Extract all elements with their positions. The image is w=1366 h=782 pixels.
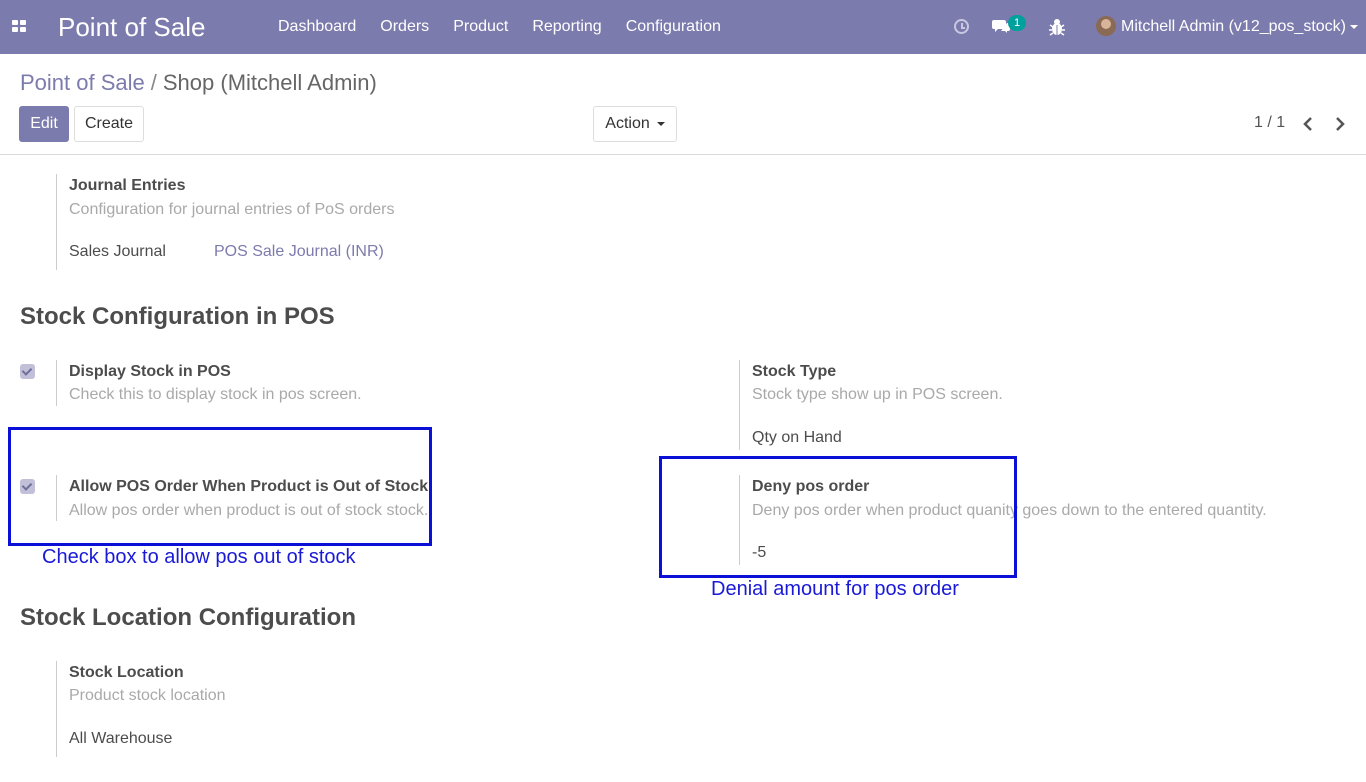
- menu-orders[interactable]: Orders: [380, 18, 429, 36]
- top-navbar: Point of Sale Dashboard Orders Product R…: [0, 0, 1366, 54]
- edit-button[interactable]: Edit: [19, 106, 69, 142]
- setting-divider: [56, 174, 57, 270]
- display-stock-checkbox[interactable]: [20, 364, 35, 379]
- menu-configuration[interactable]: Configuration: [626, 18, 721, 36]
- annotation-box-allow-out-of-stock: [8, 427, 432, 546]
- main-menu: Dashboard Orders Product Reporting Confi…: [278, 18, 745, 36]
- stock-location-label: Stock Location: [69, 664, 184, 681]
- display-stock-label: Display Stock in POS: [69, 363, 231, 380]
- setting-divider: [56, 360, 57, 406]
- stock-type-value[interactable]: Qty on Hand: [752, 429, 842, 447]
- setting-divider: [56, 661, 57, 757]
- apps-menu-icon[interactable]: [12, 20, 27, 33]
- menu-dashboard[interactable]: Dashboard: [278, 18, 356, 36]
- stock-location-help: Product stock location: [69, 687, 226, 704]
- journal-entries-help: Configuration for journal entries of PoS…: [69, 201, 395, 218]
- user-menu[interactable]: Mitchell Admin (v12_pos_stock): [1121, 18, 1346, 36]
- action-caret-icon: [656, 121, 665, 126]
- menu-product[interactable]: Product: [453, 18, 508, 36]
- action-label: Action: [605, 115, 650, 132]
- stock-location-value[interactable]: All Warehouse: [69, 730, 172, 748]
- stock-location-section-title: Stock Location Configuration: [20, 604, 356, 631]
- setting-divider: [739, 360, 740, 450]
- pager-value: 1 / 1: [1254, 114, 1286, 131]
- menu-reporting[interactable]: Reporting: [532, 18, 601, 36]
- breadcrumb-parent[interactable]: Point of Sale: [20, 70, 145, 95]
- journal-entries-title: Journal Entries: [69, 177, 186, 194]
- breadcrumb: Point of Sale / Shop (Mitchell Admin): [20, 70, 377, 96]
- stock-type-label: Stock Type: [752, 363, 837, 380]
- stock-type-help: Stock type show up in POS screen.: [752, 386, 1003, 403]
- user-avatar[interactable]: [1096, 16, 1116, 36]
- annotation-box-deny-order: [659, 456, 1017, 578]
- chat-count-badge: 1: [1008, 15, 1026, 31]
- app-title[interactable]: Point of Sale: [58, 12, 205, 43]
- breadcrumb-current: Shop (Mitchell Admin): [162, 70, 377, 95]
- create-button[interactable]: Create: [74, 106, 144, 142]
- display-stock-help: Check this to display stock in pos scree…: [69, 386, 362, 403]
- pager-next-icon[interactable]: [1333, 116, 1347, 132]
- breadcrumb-separator: /: [150, 70, 157, 95]
- sales-journal-label: Sales Journal: [69, 243, 166, 260]
- activity-clock-icon[interactable]: [954, 19, 969, 34]
- debug-bug-icon[interactable]: [1049, 18, 1065, 36]
- control-panel-divider: [0, 154, 1366, 155]
- action-button[interactable]: Action: [593, 106, 677, 142]
- stock-config-section-title: Stock Configuration in POS: [20, 303, 335, 330]
- sales-journal-link[interactable]: POS Sale Journal (INR): [214, 243, 384, 261]
- pager-previous-icon[interactable]: [1301, 116, 1315, 132]
- annotation-deny-note: Denial amount for pos order: [711, 578, 959, 600]
- user-dropdown-caret-icon[interactable]: [1350, 25, 1358, 29]
- annotation-checkbox-note: Check box to allow pos out of stock: [42, 546, 356, 568]
